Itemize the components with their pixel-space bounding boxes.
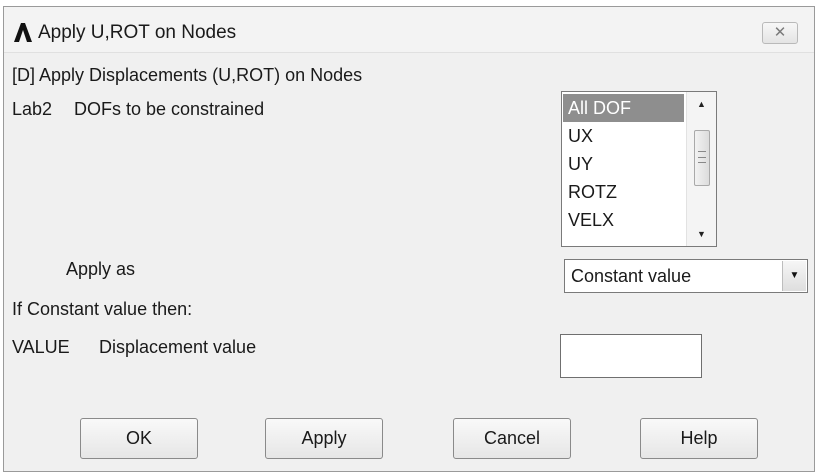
close-icon: ✕ — [773, 24, 787, 41]
apply-as-label: Apply as — [66, 259, 136, 279]
title-bar[interactable]: Apply U,ROT on Nodes ✕ — [4, 7, 814, 53]
value-description: Displacement value — [99, 337, 257, 357]
dof-option-ux[interactable]: UX — [563, 122, 684, 150]
dof-option-all[interactable]: All DOF — [563, 94, 684, 122]
scroll-down-arrow-icon[interactable]: ▼ — [687, 224, 716, 244]
chevron-down-icon[interactable]: ▼ — [782, 261, 806, 291]
apply-as-value: Constant value — [571, 266, 692, 286]
dof-option-uy[interactable]: UY — [563, 150, 684, 178]
dof-option-rotz[interactable]: ROTZ — [563, 178, 684, 206]
dof-option-velx[interactable]: VELX — [563, 206, 684, 234]
listbox-scrollbar[interactable]: ▲ ▼ — [686, 92, 716, 246]
dialog-window: Apply U,ROT on Nodes ✕ [D] Apply Displac… — [3, 6, 815, 472]
lab2-key: Lab2 — [12, 99, 53, 119]
value-key: VALUE — [12, 337, 70, 357]
ok-button[interactable]: OK — [80, 418, 198, 459]
displacement-value-input[interactable] — [560, 334, 702, 378]
apply-button[interactable]: Apply — [265, 418, 383, 459]
scroll-up-arrow-icon[interactable]: ▲ — [687, 94, 716, 114]
lab2-description: DOFs to be constrained — [74, 99, 265, 119]
grip-icon — [698, 151, 706, 163]
help-button[interactable]: Help — [640, 418, 758, 459]
ansys-lambda-icon — [14, 23, 32, 42]
form-header: [D] Apply Displacements (U,ROT) on Nodes — [12, 65, 363, 85]
scroll-thumb[interactable] — [694, 130, 710, 186]
apply-as-select[interactable]: Constant value ▼ — [564, 259, 808, 293]
if-constant-label: If Constant value then: — [12, 299, 193, 319]
cancel-button[interactable]: Cancel — [453, 418, 571, 459]
close-button[interactable]: ✕ — [762, 22, 798, 44]
dof-listbox[interactable]: All DOF UX UY ROTZ VELX ▲ ▼ — [561, 91, 717, 247]
window-title: Apply U,ROT on Nodes — [38, 22, 237, 43]
